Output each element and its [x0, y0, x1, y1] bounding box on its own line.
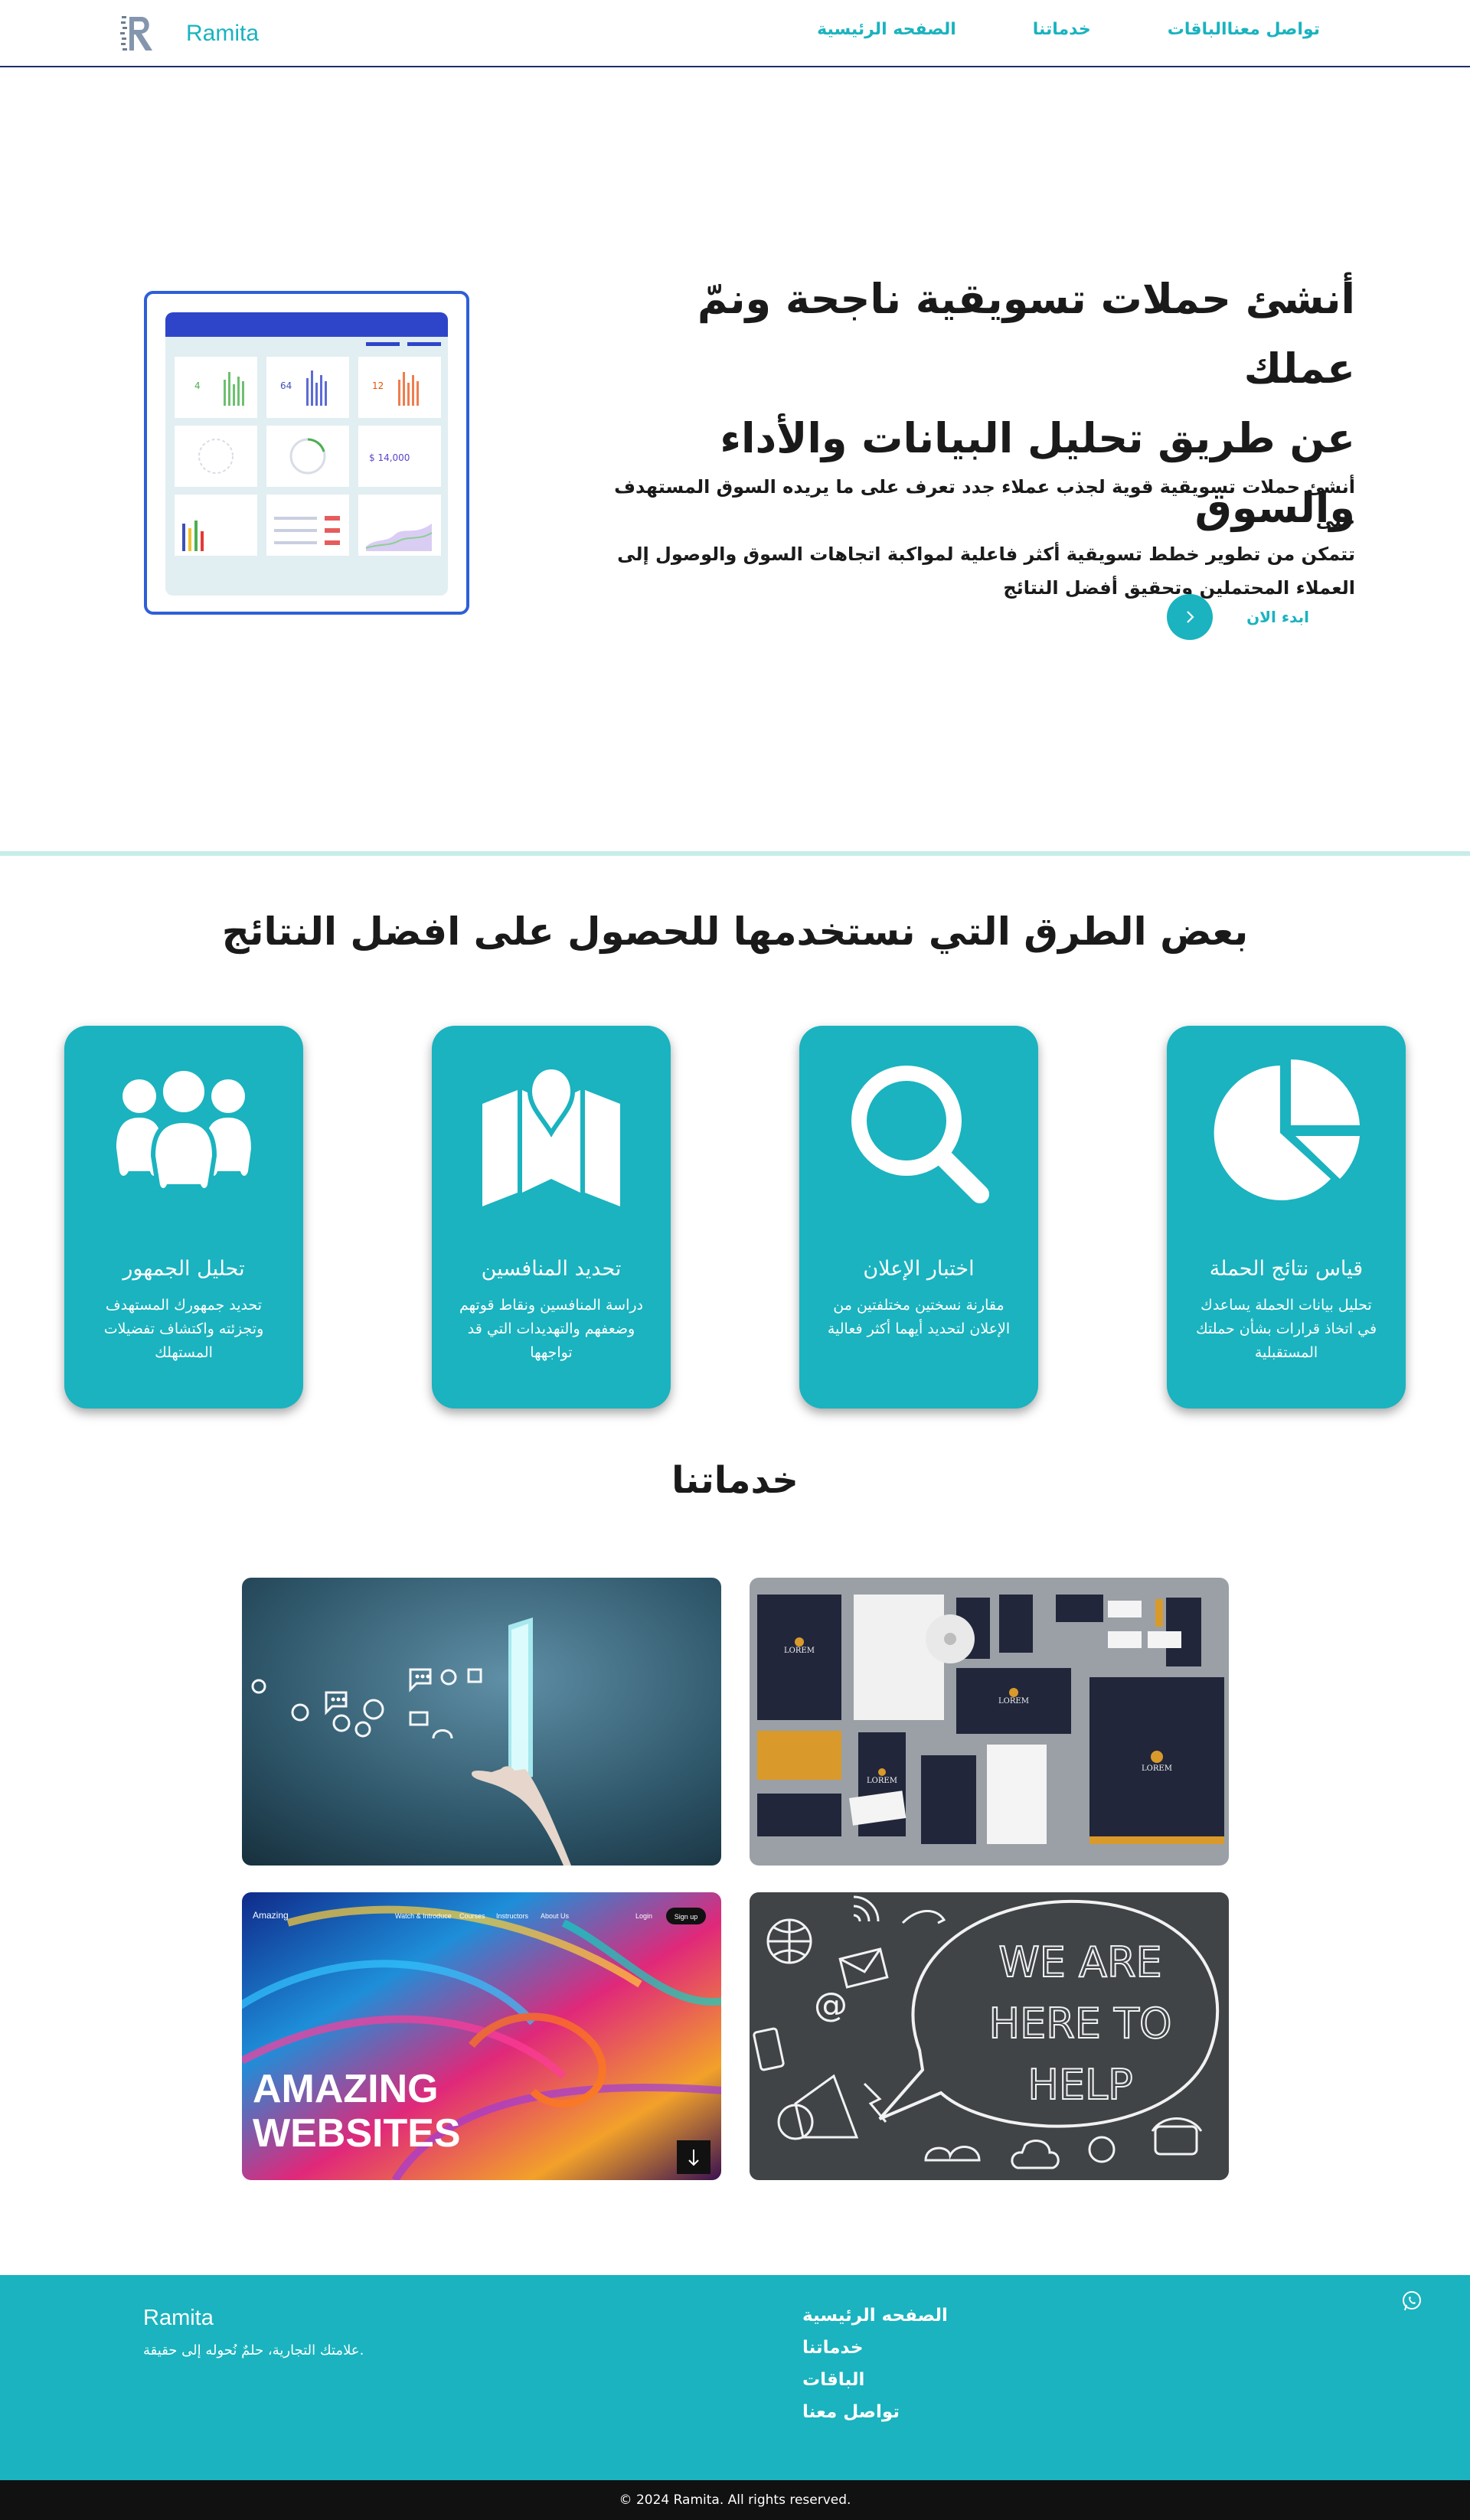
method-card-title: قياس نتائج الحملة	[1209, 1257, 1364, 1281]
methods-cards: تحليل الجمهور تحديد جمهورك المستهدف وتجز…	[64, 1026, 1406, 1409]
methods-section-title: بعض الطرق التي نستخدمها للحصول على افضل …	[221, 909, 1249, 954]
dashboard-image: 4 64 12 $ 14,000	[165, 312, 448, 596]
chalk-text-line: HERE TO	[988, 1999, 1171, 2048]
mockup-label: LOREM	[1142, 1764, 1172, 1773]
dashboard-stat-1: 4	[194, 380, 201, 391]
nav-services[interactable]: خدماتنا	[1033, 20, 1091, 39]
method-card-description: دراسة المنافسين ونقاط قوتهم وضعفهم والته…	[459, 1297, 643, 1361]
audience-icon	[116, 1066, 251, 1193]
method-card-campaign-results: قياس نتائج الحملة تحليل بيانات الحملة يس…	[1167, 1026, 1406, 1409]
web-headline-line: WEBSITES	[253, 2111, 461, 2156]
footer-link-packages[interactable]: الباقات	[802, 2370, 948, 2390]
footer-link-services[interactable]: خدماتنا	[802, 2338, 948, 2358]
digital-marketing-image[interactable]	[242, 1578, 721, 1866]
mock-nav-item: Instructors	[496, 1912, 529, 1920]
method-card-title: تحديد المنافسين	[481, 1257, 622, 1281]
whatsapp-button[interactable]	[1398, 2287, 1426, 2318]
footer: Ramita علامتك التجارية، حلمٌ نُحوله إلى …	[0, 2275, 1470, 2480]
brand-identity-image[interactable]: LOREM LOREM LOREM LOREM	[750, 1578, 1229, 1866]
mock-logo-text: Amazing	[253, 1910, 289, 1921]
hero-description-line: أنشئ حملات تسويقية قوية لجذب عملاء جدد ت…	[614, 476, 1355, 531]
whatsapp-icon	[1403, 2291, 1421, 2311]
method-card-description: مقارنة نسختين مختلفتين من الإعلان لتحديد…	[827, 1297, 1011, 1337]
method-card-ad-testing: اختبار الإعلان مقارنة نسختين مختلفتين من…	[799, 1026, 1038, 1409]
start-now-button[interactable]: ابدء الان	[1167, 594, 1309, 640]
mockup-label: LOREM	[867, 1777, 897, 1785]
mock-nav-item: Courses	[459, 1912, 485, 1920]
services-section-title: خدماتنا	[671, 1459, 799, 1502]
hero-description-line: تتمكن من تطوير خطط تسويقية أكثر فاعلية ل…	[617, 543, 1355, 565]
copyright-text: © 2024 Ramita. All rights reserved.	[619, 2492, 851, 2508]
footer-link-home[interactable]: الصفحه الرئيسية	[802, 2306, 948, 2326]
hero-title-line: عن طريق تحليل البيانات والأداء	[720, 414, 1355, 462]
method-card-audience: تحليل الجمهور تحديد جمهورك المستهدف وتجز…	[64, 1026, 303, 1409]
nav-menu: تواصل معنا الباقات خدماتنا الصفحه الرئيس…	[740, 20, 1320, 39]
method-card-description: تحليل بيانات الحملة يساعدك في اتخاذ قرار…	[1195, 1297, 1377, 1361]
start-now-label: ابدء الان	[1246, 608, 1309, 626]
brand-logo[interactable]: Ramita	[119, 14, 259, 54]
dashboard-stat-3: 12	[372, 380, 384, 391]
customer-support-image[interactable]: WE ARE HERE TO HELP @	[750, 1892, 1229, 2180]
method-card-competitors: تحديد المنافسين دراسة المنافسين ونقاط قو…	[432, 1026, 671, 1409]
search-icon	[851, 1066, 989, 1203]
dashboard-amount: $ 14,000	[369, 452, 410, 463]
mock-nav-item: Watch & Introduce	[395, 1912, 452, 1920]
top-navbar: Ramita تواصل معنا الباقات خدماتنا الصفحه…	[0, 0, 1470, 67]
mockup-label: LOREM	[784, 1647, 815, 1655]
at-sign-icon: @	[814, 1986, 848, 2025]
dashboard-illustration: 4 64 12 $ 14,000	[144, 291, 469, 615]
section-divider	[0, 851, 1470, 856]
footer-link-contact[interactable]: تواصل معنا	[802, 2402, 948, 2422]
mockup-label: LOREM	[998, 1697, 1029, 1706]
method-card-title: اختبار الإعلان	[863, 1257, 975, 1281]
footer-brand[interactable]: Ramita	[143, 2306, 214, 2331]
chevron-right-icon	[1167, 594, 1214, 640]
copyright-bar: © 2024 Ramita. All rights reserved.	[0, 2480, 1470, 2520]
brand-name: Ramita	[186, 21, 260, 46]
map-icon	[482, 1064, 620, 1206]
mock-nav-item: Login	[635, 1912, 652, 1920]
method-card-description: تحديد جمهورك المستهدف وتجزئته واكتشاف تف…	[103, 1297, 264, 1361]
nav-contact[interactable]: تواصل معنا	[1227, 20, 1320, 39]
footer-links: الصفحه الرئيسية خدماتنا الباقات تواصل مع…	[802, 2306, 948, 2434]
nav-home[interactable]: الصفحه الرئيسية	[817, 20, 956, 39]
hero-description: أنشئ حملات تسويقية قوية لجذب عملاء جدد ت…	[590, 470, 1355, 605]
web-design-image[interactable]: Amazing Watch & Introduce Courses Instru…	[242, 1892, 721, 2180]
logo-r-icon	[120, 16, 152, 51]
hero-title-line: أنشئ حملات تسويقية ناجحة ونمّ عملك	[697, 275, 1355, 393]
pie-chart-icon	[1214, 1059, 1360, 1200]
web-headline-line: AMAZING	[253, 2067, 439, 2111]
footer-tagline: علامتك التجارية، حلمٌ نُحوله إلى حقيقة.	[143, 2342, 364, 2358]
method-card-title: تحليل الجمهور	[122, 1257, 245, 1281]
mock-signup: Sign up	[675, 1913, 698, 1921]
mock-nav-item: About Us	[541, 1912, 570, 1920]
chalk-text-line: WE ARE	[998, 1938, 1161, 1986]
chalk-text-line: HELP	[1027, 2061, 1132, 2109]
dashboard-stat-2: 64	[280, 380, 292, 391]
nav-packages[interactable]: الباقات	[1168, 20, 1227, 39]
